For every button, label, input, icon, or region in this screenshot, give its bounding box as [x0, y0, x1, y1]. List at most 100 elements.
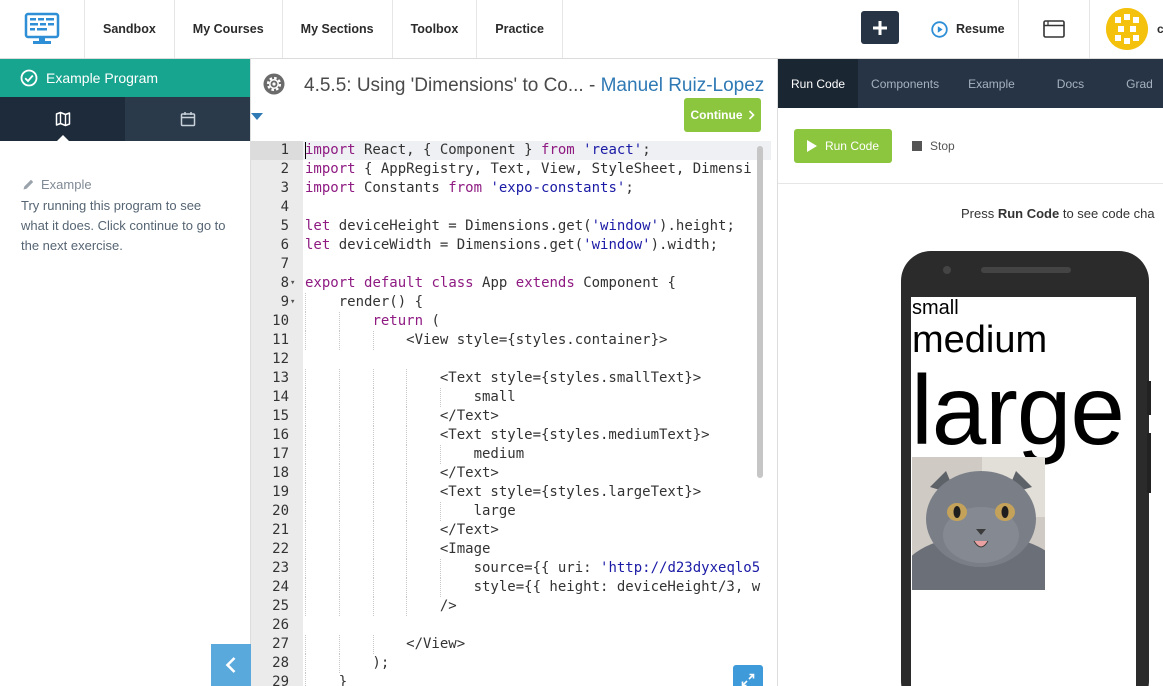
- code-text: />: [305, 598, 457, 614]
- line-number: 1: [251, 141, 303, 160]
- tab-docs[interactable]: Docs: [1031, 59, 1110, 108]
- run-code-button[interactable]: Run Code: [794, 129, 892, 163]
- code-line[interactable]: 29 }: [251, 673, 771, 686]
- code-text: </Text>: [305, 522, 499, 538]
- map-icon: [55, 111, 70, 127]
- code-line[interactable]: 5 let deviceHeight = Dimensions.get('wind…: [251, 217, 771, 236]
- code-line[interactable]: 27 </View>: [251, 635, 771, 654]
- line-number: 18: [272, 465, 289, 481]
- cat-photo-icon: [912, 457, 1045, 590]
- fold-arrow-icon[interactable]: ▾: [290, 274, 295, 293]
- code-line[interactable]: 16 <Text style={styles.mediumText}>: [251, 426, 771, 445]
- code-line[interactable]: 22 <Image: [251, 540, 771, 559]
- code-line[interactable]: 1 import React, { Component } from 'react…: [251, 141, 771, 160]
- hint-bold: Run Code: [997, 206, 1060, 221]
- code-line[interactable]: 18 </Text>: [251, 464, 771, 483]
- fold-arrow-icon[interactable]: ▾: [290, 293, 295, 312]
- line-number: 25: [272, 598, 289, 614]
- line-number: 27: [272, 636, 289, 652]
- continue-label: Continue: [690, 108, 743, 122]
- user-name-truncated[interactable]: c: [1157, 22, 1163, 36]
- code-line[interactable]: 21 </Text>: [251, 521, 771, 540]
- output-panel: Run Code Components Example Docs Grad Ru…: [777, 59, 1163, 686]
- large-text: large: [911, 355, 1125, 465]
- nav-toolbox[interactable]: Toolbox: [393, 0, 478, 58]
- example-program-header: Example Program: [0, 59, 250, 97]
- code-text: style={{ height: deviceHeight/3, w: [305, 579, 761, 595]
- phone-screen[interactable]: small medium large: [911, 297, 1136, 686]
- code-line[interactable]: 15 </Text>: [251, 407, 771, 426]
- tab-calendar[interactable]: [125, 97, 250, 141]
- nav-my-courses[interactable]: My Courses: [175, 0, 283, 58]
- tab-components[interactable]: Components: [858, 59, 952, 108]
- code-text: medium: [305, 446, 525, 462]
- browser-window-button[interactable]: [1019, 0, 1090, 58]
- code-line[interactable]: 4: [251, 198, 771, 217]
- chevron-right-icon: [748, 110, 755, 120]
- code-line[interactable]: 19 <Text style={styles.largeText}>: [251, 483, 771, 502]
- code-line[interactable]: 9 ▾ render() {: [251, 293, 771, 312]
- expand-editor-button[interactable]: [733, 665, 763, 686]
- line-number: 3: [280, 180, 289, 196]
- user-avatar[interactable]: [1106, 8, 1148, 50]
- line-number: 10: [272, 313, 289, 329]
- browser-window-icon: [1043, 20, 1065, 38]
- tab-grade[interactable]: Grad: [1110, 59, 1163, 108]
- line-number: 21: [272, 522, 289, 538]
- code-line[interactable]: 12: [251, 350, 771, 369]
- title-separator: -: [583, 75, 601, 96]
- line-number: 16: [272, 427, 289, 443]
- check-circle-icon: [20, 69, 38, 87]
- continue-button[interactable]: Continue: [684, 98, 761, 132]
- code-line[interactable]: 24 style={{ height: deviceHeight/3, w: [251, 578, 771, 597]
- code-editor[interactable]: 1 import React, { Component } from 'react…: [251, 141, 771, 686]
- example-heading: Example: [22, 177, 250, 192]
- code-line[interactable]: 26: [251, 616, 771, 635]
- computer-logo-icon: [24, 12, 60, 44]
- code-lines[interactable]: 1 import React, { Component } from 'react…: [251, 141, 771, 686]
- code-text: <Image: [305, 541, 491, 557]
- code-line[interactable]: 11 <View style={styles.container}>: [251, 331, 771, 350]
- code-line[interactable]: 20 large: [251, 502, 771, 521]
- code-line[interactable]: 14 small: [251, 388, 771, 407]
- phone-camera: [943, 266, 951, 274]
- code-line[interactable]: 25 />: [251, 597, 771, 616]
- code-line[interactable]: 7: [251, 255, 771, 274]
- tab-map[interactable]: [0, 97, 125, 142]
- code-line[interactable]: 6 let deviceWidth = Dimensions.get('windo…: [251, 236, 771, 255]
- tab-example[interactable]: Example: [952, 59, 1031, 108]
- code-text: let deviceHeight = Dimensions.get('windo…: [305, 218, 735, 234]
- left-sidebar: Example Program Example Try running this…: [0, 59, 251, 686]
- code-line[interactable]: 2 import { AppRegistry, Text, View, Style…: [251, 160, 771, 179]
- line-number: 23: [272, 560, 289, 576]
- nav-sandbox[interactable]: Sandbox: [85, 0, 175, 58]
- collapse-sidebar-button[interactable]: [211, 644, 251, 686]
- resume-label: Resume: [956, 22, 1005, 36]
- line-number: 4: [280, 199, 289, 215]
- output-divider: [778, 183, 1163, 184]
- line-number: 19: [272, 484, 289, 500]
- nav-links: Sandbox My Courses My Sections Toolbox P…: [85, 0, 563, 58]
- nav-practice[interactable]: Practice: [477, 0, 563, 58]
- code-line[interactable]: 28 );: [251, 654, 771, 673]
- code-line[interactable]: 17 medium: [251, 445, 771, 464]
- line-number: 22: [272, 541, 289, 557]
- code-text: <Text style={styles.smallText}>: [305, 370, 702, 386]
- play-icon: [806, 140, 817, 152]
- create-button[interactable]: [861, 11, 899, 44]
- editor-scrollbar[interactable]: [757, 146, 763, 478]
- code-line[interactable]: 13 <Text style={styles.smallText}>: [251, 369, 771, 388]
- codehs-logo[interactable]: [0, 0, 85, 58]
- code-line[interactable]: 23 source={{ uri: 'http://d23dyxeqlo5: [251, 559, 771, 578]
- code-line[interactable]: 8 ▾ export default class App extends Compo…: [251, 274, 771, 293]
- example-program-label: Example Program: [46, 70, 159, 86]
- stop-button[interactable]: Stop: [912, 129, 955, 163]
- output-tabs: Run Code Components Example Docs Grad: [778, 59, 1163, 108]
- code-line[interactable]: 3 import Constants from 'expo-constants';: [251, 179, 771, 198]
- nav-my-sections[interactable]: My Sections: [283, 0, 393, 58]
- code-text: export default class App extends Compone…: [305, 275, 676, 291]
- code-line[interactable]: 10 return (: [251, 312, 771, 331]
- resume-button[interactable]: Resume: [917, 0, 1019, 58]
- code-text: </Text>: [305, 465, 499, 481]
- tab-run-code[interactable]: Run Code: [778, 59, 859, 108]
